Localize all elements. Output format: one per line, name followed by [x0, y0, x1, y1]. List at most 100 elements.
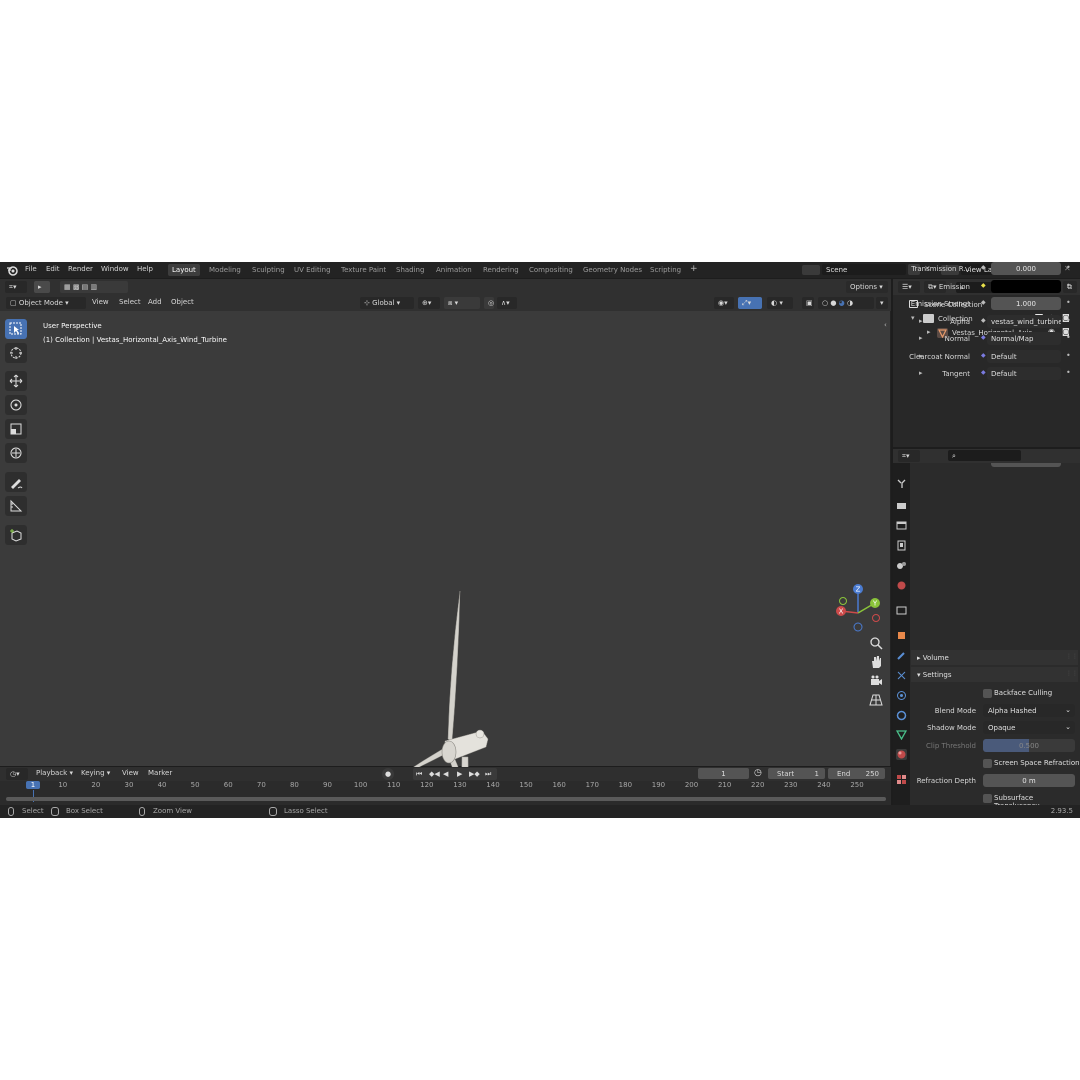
- modifier-tab-icon[interactable]: [896, 650, 907, 661]
- subsurface-checkbox[interactable]: [983, 794, 992, 803]
- tab-animation[interactable]: Animation: [432, 264, 476, 276]
- overlay-toggle-icon[interactable]: ◐ ▾: [767, 297, 793, 309]
- menu-view[interactable]: View: [92, 298, 109, 306]
- keyframe-dot-icon[interactable]: •: [1066, 263, 1071, 272]
- tab-geometry-nodes[interactable]: Geometry Nodes: [579, 264, 646, 276]
- mesh-data-tab-icon[interactable]: [895, 729, 908, 741]
- prop-value-field-3[interactable]: 0.000: [991, 262, 1061, 275]
- jump-start-icon[interactable]: ⏮: [416, 768, 422, 780]
- material-tab-icon[interactable]: [896, 749, 907, 760]
- expand-socket-icon[interactable]: ▸: [919, 317, 923, 325]
- measure-tool[interactable]: [5, 496, 27, 516]
- particles-tab-icon[interactable]: [896, 670, 907, 681]
- current-frame-field[interactable]: 1: [698, 768, 749, 779]
- transform-orientation-dropdown[interactable]: ⊹ Global ▾: [360, 297, 414, 309]
- jump-end-icon[interactable]: ⏭: [485, 768, 491, 780]
- render-tab-icon[interactable]: [896, 500, 907, 511]
- camera-view-icon[interactable]: [869, 674, 885, 690]
- 3d-viewport[interactable]: ⌗▾ ▸ ▦ ▩ ▤ ▥ ▢ Object Mode ▾ View Select…: [0, 279, 891, 818]
- add-workspace-button[interactable]: +: [686, 262, 702, 274]
- tab-modeling[interactable]: Modeling: [205, 264, 245, 276]
- transform-tool[interactable]: [5, 443, 27, 463]
- expand-socket-icon[interactable]: ▸: [919, 334, 923, 342]
- editor-type-icon[interactable]: ⌗▾: [5, 281, 27, 293]
- socket-icon[interactable]: ◆: [981, 282, 987, 289]
- timeline-editor-type-icon[interactable]: ◷▾: [6, 768, 28, 780]
- drag-handle-icon[interactable]: ⋮⋮: [1066, 653, 1078, 660]
- expand-socket-icon[interactable]: ▸: [919, 352, 923, 360]
- add-cube-tool[interactable]: [5, 525, 27, 545]
- select-box-tool[interactable]: [5, 319, 27, 339]
- texture-tab-icon[interactable]: [896, 774, 907, 785]
- rotate-tool[interactable]: [5, 395, 27, 415]
- view-layer-tab-icon[interactable]: [896, 540, 907, 551]
- viewport-collapse-icon[interactable]: ‹: [884, 321, 887, 329]
- record-keyframe-icon[interactable]: ●: [382, 768, 394, 780]
- prop-link-field-8[interactable]: Default: [987, 350, 1061, 363]
- physics-tab-icon[interactable]: [896, 690, 907, 701]
- shading-mode-buttons[interactable]: ○ ● ◕ ◑: [818, 297, 874, 309]
- menu-render[interactable]: Render: [68, 265, 93, 273]
- blend-mode-dropdown[interactable]: Alpha Hashed ⌄: [983, 704, 1075, 717]
- tab-scripting[interactable]: Scripting: [646, 264, 685, 276]
- menu-edit[interactable]: Edit: [46, 265, 60, 273]
- timeline-scrollbar[interactable]: [6, 797, 886, 801]
- gizmo-toggle-icon[interactable]: ⤢▾: [738, 297, 762, 309]
- menu-help[interactable]: Help: [137, 265, 153, 273]
- collection-tab-icon[interactable]: [896, 605, 907, 616]
- refraction-depth-field[interactable]: 0 m: [983, 774, 1075, 787]
- prop-link-field-7[interactable]: Normal/Map: [987, 332, 1061, 345]
- tool-tab-icon[interactable]: [896, 478, 907, 489]
- play-icon[interactable]: ▶: [457, 768, 462, 780]
- cursor-tool[interactable]: [5, 343, 27, 363]
- ssr-checkbox[interactable]: [983, 759, 992, 768]
- scene-name-field[interactable]: Scene: [822, 264, 906, 275]
- scale-tool[interactable]: [5, 419, 27, 439]
- jump-keyframe-back-icon[interactable]: ◆◀: [429, 768, 440, 780]
- menu-playback[interactable]: Playback ▾: [36, 769, 73, 777]
- zoom-view-icon[interactable]: [869, 636, 885, 652]
- menu-file[interactable]: File: [25, 265, 37, 273]
- options-dropdown[interactable]: Options ▾: [846, 281, 888, 293]
- keyframe-dot-icon[interactable]: •: [1066, 281, 1071, 290]
- menu-view-timeline[interactable]: View: [122, 769, 139, 777]
- start-frame-field[interactable]: Start 1: [768, 768, 825, 779]
- tab-uv-editing[interactable]: UV Editing: [290, 264, 335, 276]
- properties-editor-type-icon[interactable]: ⌗▾: [898, 450, 920, 462]
- tab-texture-paint[interactable]: Texture Paint: [337, 264, 390, 276]
- expand-arrow-icon[interactable]: ▾: [911, 314, 915, 322]
- tab-shading[interactable]: Shading: [392, 264, 428, 276]
- mode-dropdown[interactable]: ▢ Object Mode ▾: [6, 297, 86, 309]
- keyframe-dot-icon[interactable]: •: [1066, 333, 1071, 342]
- frame-ruler[interactable]: 1 10 20 30 40 50 60 70 80 90 100 110 120 130 140 150 160…: [0, 781, 891, 805]
- backface-culling-checkbox[interactable]: [983, 689, 992, 698]
- output-tab-icon[interactable]: [896, 520, 907, 531]
- socket-icon[interactable]: ◆: [981, 299, 987, 306]
- perspective-toggle-icon[interactable]: [869, 693, 885, 709]
- menu-object[interactable]: Object: [171, 298, 194, 306]
- keyframe-dot-icon[interactable]: •: [1066, 351, 1071, 360]
- scene-tab-icon[interactable]: [896, 560, 907, 571]
- visibility-icon[interactable]: ◉▾: [714, 297, 734, 309]
- menu-marker[interactable]: Marker: [148, 769, 172, 777]
- world-tab-icon[interactable]: [896, 580, 907, 591]
- blender-logo-icon[interactable]: [6, 264, 18, 278]
- object-tab-icon[interactable]: [896, 630, 907, 641]
- annotate-tool[interactable]: [5, 472, 27, 492]
- socket-icon[interactable]: ◆: [981, 264, 987, 271]
- clock-icon[interactable]: ◷: [754, 768, 762, 778]
- emission-color-swatch[interactable]: [991, 280, 1061, 293]
- prop-link-field-9[interactable]: Default: [987, 367, 1061, 380]
- constraints-tab-icon[interactable]: [896, 710, 907, 721]
- menu-add[interactable]: Add: [148, 298, 162, 306]
- drag-handle-icon[interactable]: ⋮⋮: [1066, 670, 1078, 677]
- shading-options-icon[interactable]: ▾: [876, 297, 888, 309]
- proportional-edit-icon[interactable]: ◎: [484, 297, 494, 309]
- tab-sculpting[interactable]: Sculpting: [248, 264, 289, 276]
- keyframe-dot-icon[interactable]: •: [1066, 368, 1071, 377]
- settings-section-header[interactable]: ▾ Settings: [911, 667, 1078, 682]
- pivot-point-icon[interactable]: ⊕▾: [418, 297, 440, 309]
- menu-window[interactable]: Window: [101, 265, 129, 273]
- outliner-editor-type-icon[interactable]: ☰▾: [898, 281, 920, 293]
- keyframe-dot-icon[interactable]: •: [1066, 316, 1071, 325]
